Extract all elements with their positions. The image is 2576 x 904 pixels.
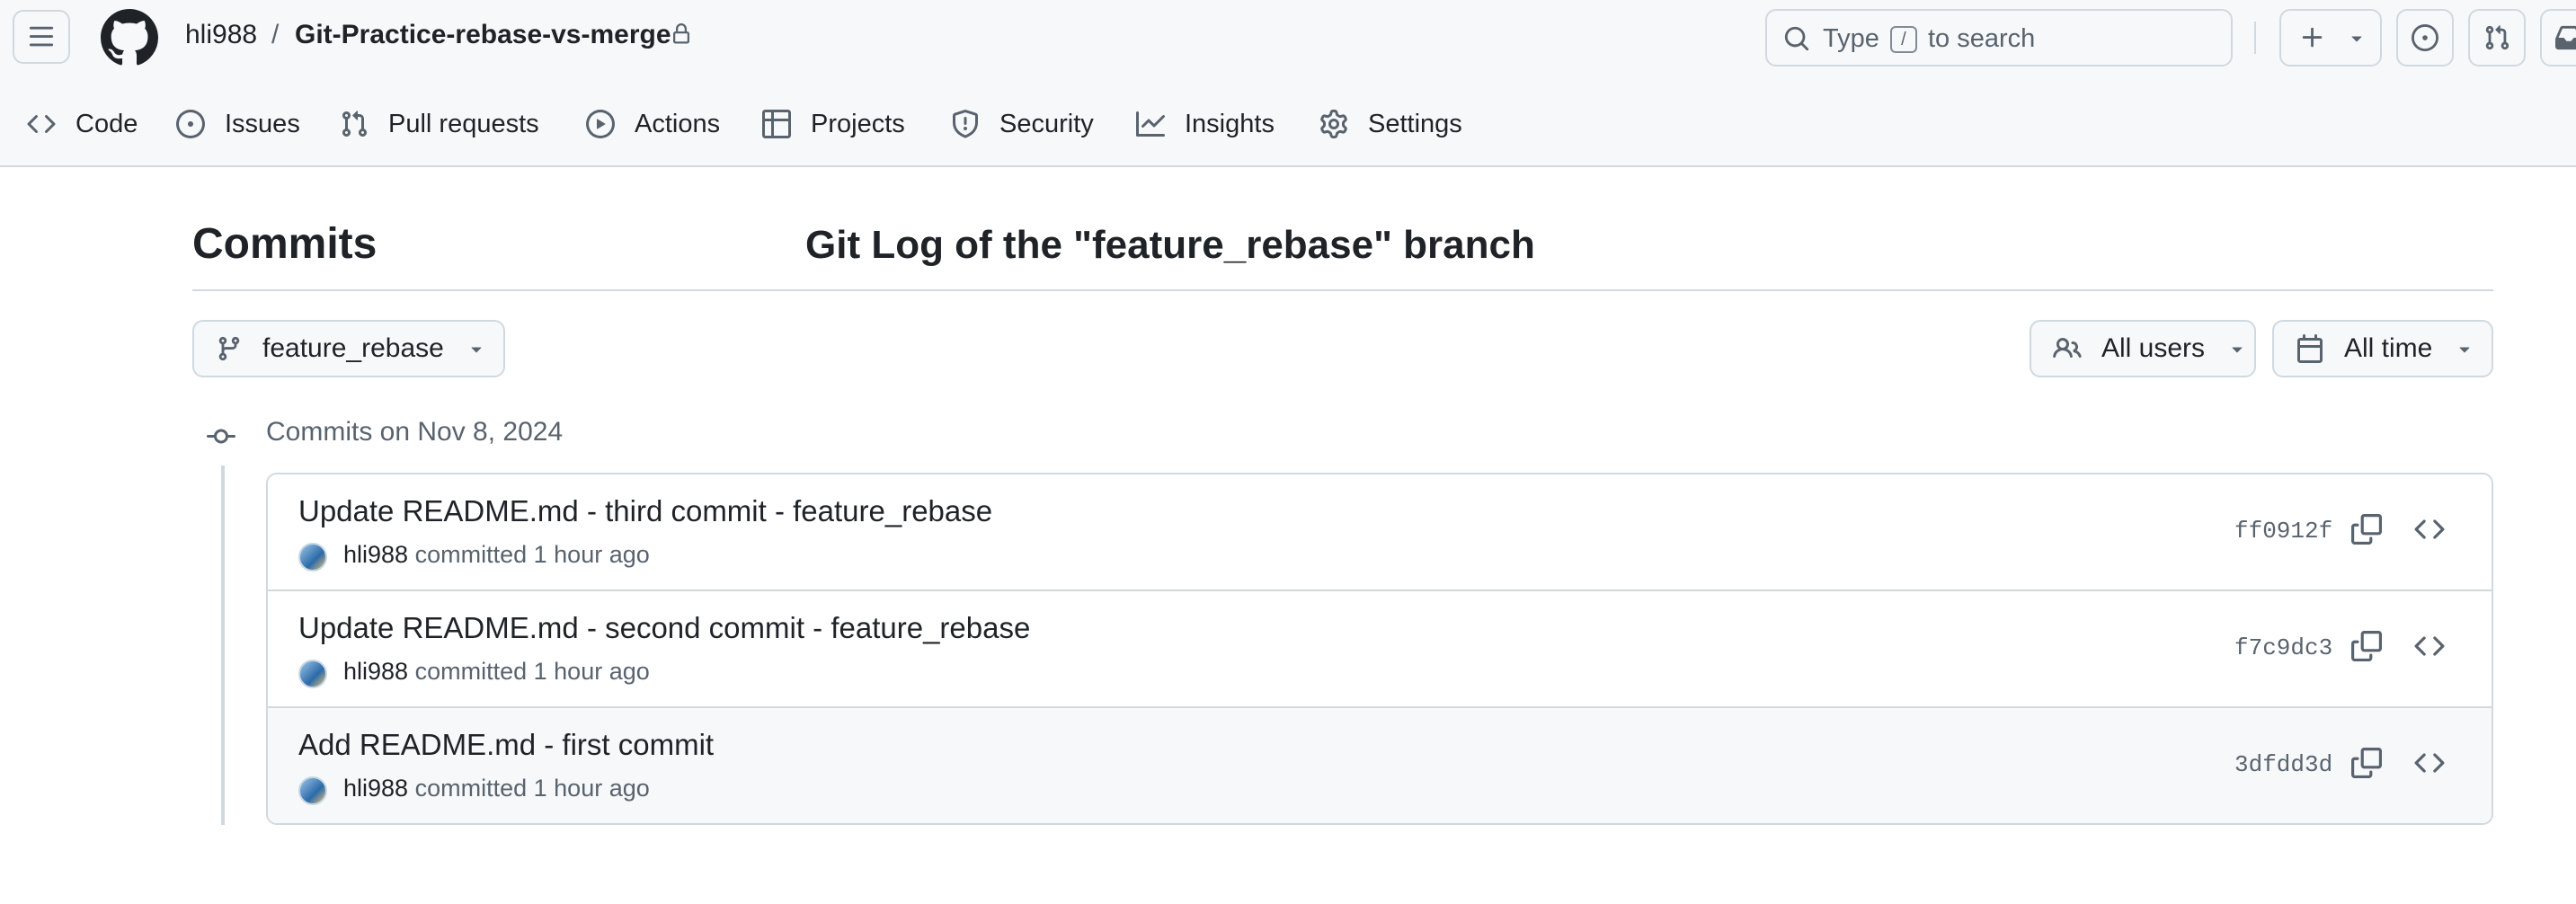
create-new-button[interactable] bbox=[2279, 9, 2382, 66]
time-filter-label: All time bbox=[2344, 333, 2433, 363]
tab-projects-label: Projects bbox=[811, 109, 905, 138]
users-filter-label: All users bbox=[2101, 333, 2206, 363]
avatar[interactable] bbox=[298, 660, 327, 688]
page-title: Commits bbox=[192, 220, 378, 268]
commit-row: Update README.md - third commit - featur… bbox=[268, 474, 2492, 591]
repo-owner-link[interactable]: hli988 bbox=[185, 20, 257, 50]
breadcrumb-separator: / bbox=[271, 20, 280, 49]
search-icon bbox=[1784, 26, 1809, 51]
github-logo-icon[interactable] bbox=[101, 9, 158, 66]
avatar[interactable] bbox=[298, 543, 327, 572]
inbox-icon bbox=[2555, 25, 2576, 50]
commit-sha-link[interactable]: ff0912f bbox=[2234, 518, 2332, 545]
search-shortcut-key: / bbox=[1889, 26, 1917, 54]
tab-code[interactable]: Code bbox=[27, 99, 138, 149]
tab-security[interactable]: Security bbox=[951, 99, 1094, 149]
triangle-down-icon bbox=[471, 347, 482, 353]
search-input[interactable]: Type / to search bbox=[1765, 9, 2233, 66]
commit-action: committed bbox=[414, 775, 528, 802]
code-icon[interactable] bbox=[2414, 631, 2445, 661]
git-pull-request-icon bbox=[2485, 25, 2509, 50]
git-branch-icon bbox=[218, 336, 240, 361]
your-pull-requests-button[interactable] bbox=[2468, 9, 2526, 66]
triangle-down-icon bbox=[2459, 347, 2470, 353]
table-icon bbox=[762, 110, 791, 138]
commit-row: Update README.md - second commit - featu… bbox=[268, 591, 2492, 708]
search-placeholder-prefix: Type bbox=[1823, 24, 1879, 53]
triangle-down-icon bbox=[2351, 36, 2362, 42]
commit-time: 1 hour ago bbox=[533, 775, 650, 802]
search-placeholder-suffix: to search bbox=[1928, 24, 2036, 53]
issue-opened-icon bbox=[2412, 24, 2438, 51]
tab-security-label: Security bbox=[999, 109, 1094, 138]
graph-icon bbox=[1136, 111, 1165, 137]
people-icon bbox=[2053, 337, 2082, 359]
header-divider bbox=[2254, 22, 2256, 54]
menu-button[interactable] bbox=[13, 10, 70, 64]
top-bar: hli988 / Git-Practice-rebase-vs-merge Ty… bbox=[0, 0, 2576, 75]
tab-insights[interactable]: Insights bbox=[1136, 99, 1275, 149]
commit-message-link[interactable]: Update README.md - third commit - featur… bbox=[298, 494, 992, 528]
commit-meta: hli988 committed 1 hour ago bbox=[343, 775, 650, 802]
calendar-icon bbox=[2297, 334, 2323, 363]
issue-opened-icon bbox=[176, 110, 205, 138]
branch-selector[interactable]: feature_rebase bbox=[192, 320, 505, 377]
git-commit-icon bbox=[207, 429, 235, 444]
timeline-line bbox=[221, 465, 225, 825]
commit-row: Add README.md - first commit hli988 comm… bbox=[268, 708, 2492, 823]
avatar[interactable] bbox=[298, 776, 327, 805]
code-icon[interactable] bbox=[2414, 514, 2445, 545]
copy-icon[interactable] bbox=[2351, 631, 2382, 661]
tab-actions[interactable]: Actions bbox=[586, 99, 720, 149]
shield-icon bbox=[953, 110, 978, 138]
code-icon bbox=[27, 114, 56, 134]
gear-icon bbox=[1320, 110, 1347, 138]
commit-meta: hli988 committed 1 hour ago bbox=[343, 541, 650, 569]
triangle-down-icon bbox=[2232, 347, 2243, 353]
tab-pull-requests[interactable]: Pull requests bbox=[340, 99, 539, 149]
commit-message-link[interactable]: Add README.md - first commit bbox=[298, 728, 714, 762]
branch-selector-label: feature_rebase bbox=[262, 333, 444, 363]
inbox-button[interactable] bbox=[2540, 9, 2576, 66]
commit-sha-link[interactable]: 3dfdd3d bbox=[2234, 751, 2332, 778]
commit-author-link[interactable]: hli988 bbox=[343, 775, 408, 802]
annotation-title: Git Log of the "feature_rebase" branch bbox=[805, 223, 1535, 267]
title-divider bbox=[192, 289, 2493, 291]
tab-issues[interactable]: Issues bbox=[176, 99, 300, 149]
your-issues-button[interactable] bbox=[2396, 9, 2454, 66]
tab-code-label: Code bbox=[76, 109, 138, 138]
lock-icon bbox=[673, 23, 689, 44]
code-icon[interactable] bbox=[2414, 748, 2445, 778]
commit-meta: hli988 committed 1 hour ago bbox=[343, 658, 650, 686]
tab-pull-requests-label: Pull requests bbox=[388, 109, 539, 138]
tab-actions-label: Actions bbox=[635, 109, 721, 138]
time-filter[interactable]: All time bbox=[2272, 320, 2493, 377]
commit-list: Update README.md - third commit - featur… bbox=[266, 473, 2493, 825]
copy-icon[interactable] bbox=[2351, 514, 2382, 545]
tab-projects[interactable]: Projects bbox=[762, 99, 905, 149]
hamburger-icon bbox=[29, 26, 54, 47]
tab-settings[interactable]: Settings bbox=[1319, 99, 1462, 149]
commit-author-link[interactable]: hli988 bbox=[343, 541, 408, 568]
commit-action: committed bbox=[414, 541, 528, 568]
users-filter[interactable]: All users bbox=[2030, 320, 2256, 377]
commit-time: 1 hour ago bbox=[533, 658, 650, 685]
plus-icon bbox=[2302, 27, 2323, 48]
global-header: hli988 / Git-Practice-rebase-vs-merge Ty… bbox=[0, 0, 2576, 167]
tab-issues-label: Issues bbox=[225, 109, 300, 138]
tab-settings-label: Settings bbox=[1368, 109, 1462, 138]
play-icon bbox=[586, 110, 615, 138]
search-placeholder: Type / to search bbox=[1823, 24, 2035, 54]
commit-sha-link[interactable]: f7c9dc3 bbox=[2234, 634, 2332, 661]
commit-time: 1 hour ago bbox=[533, 541, 650, 568]
git-pull-request-icon bbox=[342, 111, 368, 137]
copy-icon[interactable] bbox=[2351, 748, 2382, 778]
commits-group-date: Commits on Nov 8, 2024 bbox=[266, 417, 564, 447]
commit-author-link[interactable]: hli988 bbox=[343, 658, 408, 685]
commit-message-link[interactable]: Update README.md - second commit - featu… bbox=[298, 611, 1030, 645]
commit-action: committed bbox=[414, 658, 528, 685]
repo-name-link[interactable]: Git-Practice-rebase-vs-merge bbox=[295, 20, 671, 50]
tab-insights-label: Insights bbox=[1185, 109, 1275, 138]
